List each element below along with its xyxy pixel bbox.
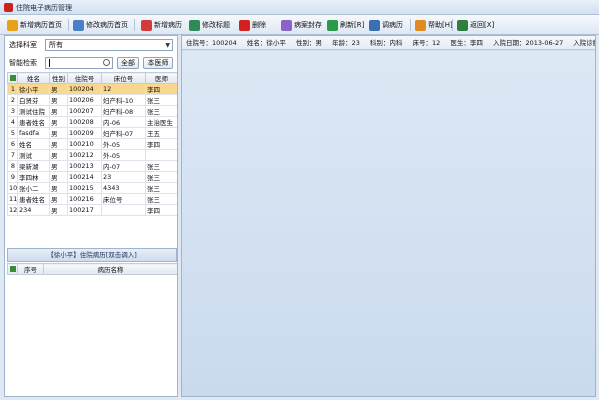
new-record-button[interactable]: 新增病历 bbox=[140, 18, 183, 32]
edit-home-icon bbox=[73, 19, 84, 31]
info-diagnosis: 入院诊断：轻型旧典 bbox=[573, 39, 595, 47]
toolbar-separator bbox=[452, 19, 453, 31]
refresh-button[interactable]: 刷新[R] bbox=[326, 18, 365, 32]
seal-record-button[interactable]: 病案封存 bbox=[280, 18, 323, 32]
delete-icon bbox=[239, 19, 250, 31]
grid-corner-icon bbox=[9, 75, 16, 81]
delete-button[interactable]: 删除 bbox=[238, 18, 267, 32]
info-date: 入院日期：2013-06-27 bbox=[492, 39, 564, 47]
table-row[interactable]: 10 张小二男 100215 4343 张三 bbox=[7, 182, 177, 194]
table-row[interactable]: 1 徐小平男 100204 12 李四 bbox=[7, 83, 177, 95]
records-section-title[interactable]: 【徐小平】住院病历[双击调入] bbox=[7, 248, 177, 262]
patient-table-header: 姓名 性别 住院号 床位号 医师 bbox=[7, 72, 177, 84]
dept-filter: 选择科室 所有 ▼ bbox=[9, 38, 173, 52]
record-content-area[interactable] bbox=[182, 51, 595, 396]
table-row[interactable]: 6 姓名男 100210 外-05 李四 bbox=[7, 138, 177, 150]
info-admission: 住院号：100204 bbox=[186, 39, 237, 47]
table-row[interactable]: 9 李四林男 100214 23 张三 bbox=[7, 171, 177, 183]
dept-select-value: 所有 bbox=[49, 41, 63, 49]
all-button[interactable]: 全部 bbox=[117, 57, 139, 69]
load-record-button[interactable]: 调病历 bbox=[368, 18, 404, 32]
col-seq[interactable]: 序号 bbox=[17, 263, 44, 275]
patient-table: 姓名 性别 住院号 床位号 医师 1 徐小平男 100204 12 李四 2 白贤芬男 10… bbox=[7, 72, 177, 216]
seal-icon bbox=[281, 19, 292, 31]
search-row: 智能检索 全部 本医师 bbox=[9, 56, 173, 70]
info-bed: 床号：12 bbox=[412, 39, 441, 47]
record-view-panel: 住院号：100204 姓名：徐小平 性别：男 年龄：23 科别：内科 床号：12… bbox=[181, 35, 596, 397]
patient-info-bar: 住院号：100204 姓名：徐小平 性别：男 年龄：23 科别：内科 床号：12… bbox=[182, 36, 595, 50]
grid-corner-icon bbox=[9, 266, 16, 272]
new-record-icon bbox=[141, 19, 152, 31]
text-caret bbox=[49, 59, 50, 67]
info-age: 年龄：23 bbox=[332, 39, 360, 47]
edit-record-home-button[interactable]: 修改病历首页 bbox=[72, 18, 129, 32]
chevron-down-icon: ▼ bbox=[165, 42, 170, 49]
patient-rows: 1 徐小平男 100204 12 李四 2 白贤芬男 100206 妇产科-10 张三 3 测试住… bbox=[7, 83, 177, 216]
table-row[interactable]: 3 测试住院男 100207 妇产科-08 张三 bbox=[7, 105, 177, 117]
table-row[interactable]: 4 患者姓名男 100208 内-06 主治医生 bbox=[7, 116, 177, 128]
toolbar: 新增病历首页 修改病历首页 新增病历 修改标题 删除 病案封存 刷新[R] 调病… bbox=[0, 15, 599, 35]
edit-title-button[interactable]: 修改标题 bbox=[188, 18, 231, 32]
app-icon bbox=[4, 3, 13, 12]
table-corner bbox=[7, 72, 18, 84]
patient-panel: 选择科室 所有 ▼ 智能检索 全部 本医师 姓名 性别 住院号 床位号 医师 1… bbox=[4, 35, 178, 397]
edit-title-icon bbox=[189, 19, 200, 31]
table-row[interactable]: 8 梁新湖男 100213 内-07 张三 bbox=[7, 160, 177, 172]
col-doctor[interactable]: 医师 bbox=[145, 72, 177, 84]
records-table-header: 序号 病历名称 bbox=[7, 263, 177, 275]
refresh-icon bbox=[327, 19, 338, 31]
table-row[interactable]: 5 fasdfa 男 100209 妇产科-07 王五 bbox=[7, 127, 177, 139]
table-row[interactable]: 12 234 男 100217 李四 bbox=[7, 204, 177, 216]
toolbar-separator bbox=[68, 19, 69, 31]
help-icon bbox=[415, 19, 426, 31]
search-label: 智能检索 bbox=[9, 59, 37, 67]
table-corner bbox=[7, 263, 18, 275]
toolbar-separator bbox=[410, 19, 411, 31]
dept-label: 选择科室 bbox=[9, 41, 37, 49]
table-row[interactable]: 11 患者姓名男 100216 床位号 张三 bbox=[7, 193, 177, 205]
table-row[interactable]: 2 白贤芬男 100206 妇产科-10 张三 bbox=[7, 94, 177, 106]
info-name: 姓名：徐小平 bbox=[246, 39, 286, 47]
col-sex[interactable]: 性别 bbox=[49, 72, 68, 84]
window-title: 住院电子病历管理 bbox=[16, 4, 72, 12]
col-admission[interactable]: 住院号 bbox=[67, 72, 102, 84]
search-input[interactable] bbox=[45, 57, 113, 69]
search-icon bbox=[103, 59, 110, 66]
help-button[interactable]: 帮助[H] bbox=[414, 18, 454, 32]
exit-icon bbox=[457, 19, 468, 31]
new-record-home-button[interactable]: 新增病历首页 bbox=[6, 18, 63, 32]
dept-select[interactable]: 所有 ▼ bbox=[45, 39, 173, 51]
info-sex: 性别：男 bbox=[295, 39, 322, 47]
col-bed[interactable]: 床位号 bbox=[101, 72, 146, 84]
table-row[interactable]: 7 测试男 100212 外-05 bbox=[7, 149, 177, 161]
col-name[interactable]: 姓名 bbox=[17, 72, 50, 84]
my-doctor-button[interactable]: 本医师 bbox=[143, 57, 173, 69]
col-record-name[interactable]: 病历名称 bbox=[43, 263, 177, 275]
info-doctor: 医生：李四 bbox=[450, 39, 483, 47]
records-table: 序号 病历名称 bbox=[7, 263, 177, 275]
return-button[interactable]: 返回[X] bbox=[456, 18, 495, 32]
new-home-icon bbox=[7, 19, 18, 31]
load-record-icon bbox=[369, 19, 380, 31]
title-bar: 住院电子病历管理 bbox=[0, 0, 599, 15]
toolbar-separator bbox=[134, 19, 135, 31]
info-dept: 科别：内科 bbox=[369, 39, 403, 47]
